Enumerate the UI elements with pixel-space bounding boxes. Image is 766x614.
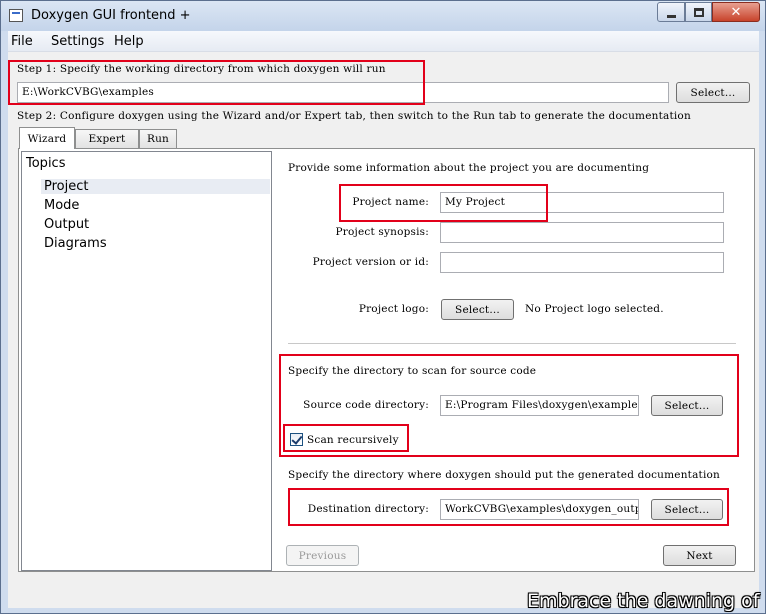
topic-project[interactable]: Project [41, 179, 270, 194]
project-intro: Provide some information about the proje… [288, 162, 650, 174]
topic-mode[interactable]: Mode [44, 198, 79, 213]
app-icon [9, 9, 23, 22]
scan-recursively-checkbox[interactable] [290, 433, 303, 446]
window-title: Doxygen GUI frontend + [31, 8, 191, 23]
menu-bar: File Settings Help [8, 31, 759, 52]
close-icon: ✕ [730, 4, 742, 20]
close-button[interactable]: ✕ [712, 2, 760, 22]
step2-label: Step 2: Configure doxygen using the Wiza… [17, 110, 691, 122]
topics-list[interactable]: Topics Project Mode Output Diagrams [21, 151, 272, 571]
source-directory-field[interactable]: E:\Program Files\doxygen\examples [440, 395, 639, 416]
tab-wizard[interactable]: Wizard [19, 127, 75, 149]
project-synopsis-label: Project synopsis: [335, 226, 429, 238]
topic-diagrams[interactable]: Diagrams [44, 236, 107, 251]
title-bar[interactable]: Doxygen GUI frontend + ✕ [1, 1, 765, 31]
tab-label: Expert [88, 133, 126, 145]
working-directory-select-button[interactable]: Select... [676, 82, 750, 103]
destination-heading: Specify the directory where doxygen shou… [288, 469, 721, 481]
source-heading: Specify the directory to scan for source… [288, 365, 537, 377]
topics-header: Topics [26, 156, 66, 171]
minimize-button[interactable] [657, 2, 685, 22]
project-synopsis-field[interactable] [440, 222, 724, 243]
maximize-button[interactable] [685, 2, 712, 22]
select-button-label: Select... [690, 86, 736, 99]
scan-recursively-label[interactable]: Scan recursively [307, 434, 399, 446]
source-directory-label: Source code directory: [303, 399, 429, 411]
topic-output[interactable]: Output [44, 217, 89, 232]
destination-directory-select-button[interactable]: Select... [651, 499, 723, 520]
maximize-icon [693, 7, 704, 17]
app-window: Doxygen GUI frontend + ✕ File Settings H… [0, 0, 766, 614]
previous-button[interactable]: Previous [286, 545, 359, 566]
wizard-panel: Topics Project Mode Output Diagrams Prov… [18, 148, 755, 572]
select-button-label: Select... [664, 399, 710, 412]
tab-expert[interactable]: Expert [75, 129, 139, 148]
section-divider [288, 343, 736, 344]
minimize-icon [666, 14, 676, 18]
tab-label: Wizard [27, 132, 67, 145]
next-button-label: Next [686, 549, 713, 562]
project-logo-label: Project logo: [358, 303, 429, 315]
client-area: File Settings Help Step 1: Specify the w… [8, 31, 759, 608]
menu-file[interactable]: File [11, 34, 33, 49]
project-name-label: Project name: [352, 196, 429, 208]
tab-run[interactable]: Run [139, 129, 177, 148]
menu-help[interactable]: Help [114, 34, 144, 49]
project-name-field[interactable]: My Project [440, 192, 724, 213]
step1-label: Step 1: Specify the working directory fr… [17, 63, 386, 75]
working-directory-field[interactable]: E:\WorkCVBG\examples [17, 82, 669, 103]
project-logo-status: No Project logo selected. [525, 303, 664, 315]
destination-directory-label: Destination directory: [307, 503, 429, 515]
watermark-text: Embrace the dawning of [527, 590, 760, 612]
project-version-label: Project version or id: [312, 256, 429, 268]
select-button-label: Select... [455, 303, 500, 316]
next-button[interactable]: Next [663, 545, 736, 566]
source-directory-select-button[interactable]: Select... [651, 395, 723, 416]
tab-label: Run [146, 133, 170, 145]
project-version-field[interactable] [440, 252, 724, 273]
select-button-label: Select... [664, 503, 710, 516]
destination-directory-field[interactable]: WorkCVBG\examples\doxygen_output [440, 499, 639, 520]
menu-settings[interactable]: Settings [51, 34, 104, 49]
previous-button-label: Previous [298, 549, 347, 562]
project-logo-select-button[interactable]: Select... [441, 299, 514, 320]
